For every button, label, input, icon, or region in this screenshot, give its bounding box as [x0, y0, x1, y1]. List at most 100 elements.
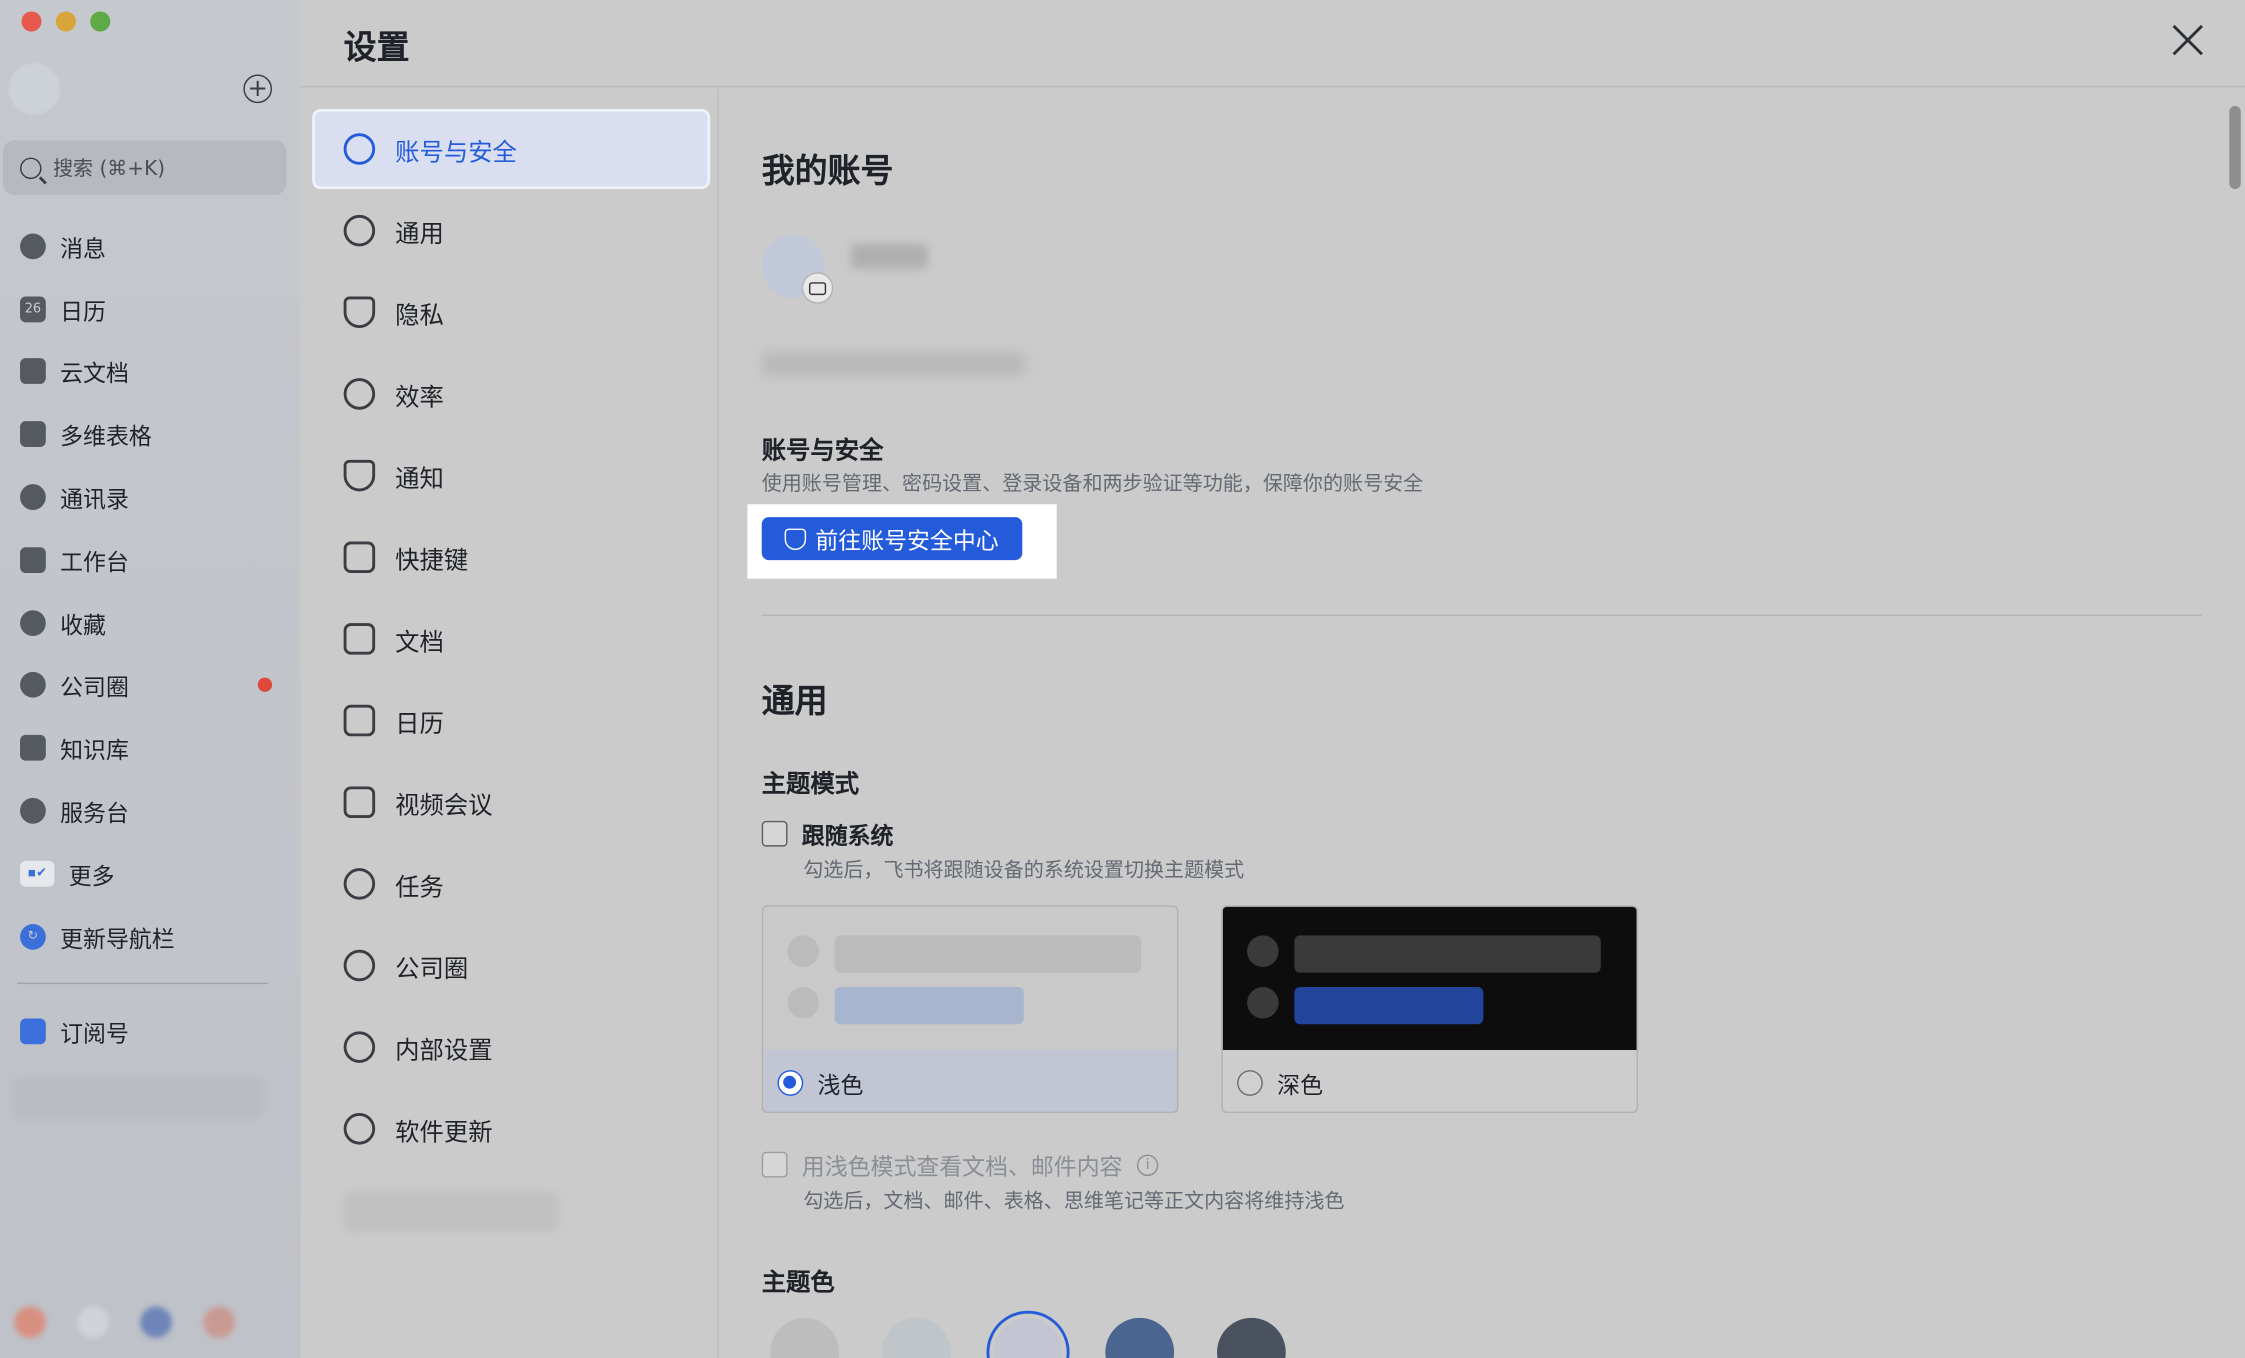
theme-color-swatch[interactable] [770, 1317, 840, 1358]
bulb-icon [343, 378, 376, 410]
shield-icon [785, 527, 807, 550]
tab-shortcuts[interactable]: 快捷键 [315, 520, 707, 594]
tab-calendar[interactable]: 日历 [315, 683, 707, 757]
notification-dot [257, 678, 273, 693]
theme-label: 深色 [1277, 1070, 1324, 1099]
sidebar-item-label: 日历 [60, 297, 106, 325]
light-docs-checkbox[interactable]: 用浅色模式查看文档、邮件内容 i [761, 1147, 1159, 1181]
sidebar-item-label: 服务台 [60, 799, 129, 827]
settings-nav: 账号与安全 通用 隐私 效率 通知 快捷键 文档 日历 视频会议 任务 公司圈 … [301, 88, 719, 1358]
theme-color-swatch[interactable] [1105, 1317, 1175, 1358]
sidebar-item-messages[interactable]: 消息 [0, 215, 301, 278]
dialog-header: 设置 [300, 0, 2245, 88]
moments-icon [20, 672, 46, 699]
video-icon [343, 786, 376, 818]
minimize-window-button[interactable] [55, 11, 76, 32]
tab-notifications[interactable]: 通知 [315, 438, 707, 512]
avatar[interactable] [8, 63, 61, 115]
blurred-account-id [761, 352, 1026, 376]
security-center-button[interactable]: 前往账号安全中心 [761, 517, 1023, 561]
sidebar-item-label: 更新导航栏 [60, 924, 175, 953]
app-shortcut-icon[interactable] [203, 1306, 235, 1338]
document-icon [343, 623, 376, 655]
tab-label: 通用 [395, 219, 444, 249]
star-icon [20, 609, 46, 636]
info-icon[interactable]: i [1136, 1153, 1159, 1176]
maximize-window-button[interactable] [90, 11, 111, 32]
sidebar-item-calendar[interactable]: 26 日历 [0, 278, 301, 341]
tab-documents[interactable]: 文档 [315, 602, 707, 676]
avatar[interactable] [761, 234, 834, 304]
calendar-date-text: 26 [24, 301, 42, 317]
sidebar-item-wiki[interactable]: 知识库 [0, 717, 301, 780]
sidebar-item-label: 多维表格 [60, 422, 152, 451]
close-window-button[interactable] [21, 11, 42, 32]
sidebar-item-moments[interactable]: 公司圈 [0, 654, 301, 717]
chat-icon [20, 233, 46, 260]
search-icon [20, 156, 42, 179]
wrench-icon [343, 1031, 376, 1063]
tab-account-security[interactable]: 账号与安全 [312, 108, 711, 190]
radio-unselected[interactable] [1237, 1069, 1263, 1096]
button-label: 前往账号安全中心 [815, 527, 999, 555]
blurred-nav-item[interactable] [343, 1191, 559, 1232]
app-shortcut-icon[interactable] [77, 1306, 109, 1338]
sidebar-item-docs[interactable]: 云文档 [0, 340, 301, 403]
sidebar-item-update-nav[interactable]: ↻ 更新导航栏 [0, 905, 301, 968]
tab-moments[interactable]: 公司圈 [315, 928, 707, 1002]
sidebar-item-subscriptions[interactable]: 订阅号 [0, 1000, 301, 1063]
sidebar-item-more[interactable]: ▪✔ 更多 [0, 842, 301, 905]
sidebar-item-label: 云文档 [60, 360, 129, 388]
close-icon[interactable] [2171, 23, 2205, 57]
sidebar-item-contacts[interactable]: 通讯录 [0, 466, 301, 529]
sidebar-item-label: 工作台 [60, 548, 129, 576]
sidebar-item-base[interactable]: 多维表格 [0, 403, 301, 466]
checkbox-label: 用浅色模式查看文档、邮件内容 [801, 1153, 1123, 1181]
theme-option-light[interactable]: 浅色 [761, 905, 1179, 1114]
add-button[interactable]: + [243, 74, 273, 104]
camera-icon[interactable] [801, 272, 834, 304]
follow-system-description: 勾选后，飞书将跟随设备的系统设置切换主题模式 [803, 859, 1245, 883]
docs-icon [20, 358, 46, 385]
sidebar-item-label: 公司圈 [60, 673, 129, 702]
theme-color-title: 主题色 [761, 1269, 835, 1298]
theme-option-dark[interactable]: 深色 [1221, 905, 1638, 1114]
app-nav-list: 消息 26 日历 云文档 多维表格 通讯录 工作台 收藏 公司圈 知识库 服务台… [0, 215, 301, 968]
workplace-icon [20, 547, 46, 573]
tab-label: 隐私 [395, 301, 444, 331]
tab-internal-settings[interactable]: 内部设置 [315, 1010, 707, 1084]
tab-software-update[interactable]: 软件更新 [315, 1092, 707, 1166]
search-bar[interactable]: 搜索 (⌘+K) [2, 140, 287, 195]
app-shortcut-icon[interactable] [14, 1306, 46, 1338]
sidebar-item-label: 订阅号 [60, 1019, 129, 1048]
tab-efficiency[interactable]: 效率 [315, 357, 707, 431]
theme-color-swatch[interactable] [1217, 1317, 1286, 1358]
user-icon [343, 133, 376, 165]
checkbox[interactable] [761, 1151, 788, 1178]
app-shortcut-icon[interactable] [140, 1306, 172, 1338]
more-apps-icon: ▪✔ [20, 860, 55, 887]
sidebar-item-workplace[interactable]: 工作台 [0, 529, 301, 592]
task-icon [343, 868, 376, 900]
bottom-app-icons [14, 1306, 235, 1338]
radio-selected[interactable] [777, 1069, 804, 1096]
tab-video-meeting[interactable]: 视频会议 [315, 765, 707, 839]
tab-tasks[interactable]: 任务 [315, 847, 707, 921]
search-placeholder: 搜索 (⌘+K) [52, 157, 166, 181]
settings-content: 我的账号 账号与安全 使用账号管理、密码设置、登录设备和两步验证等功能，保障你的… [719, 89, 2245, 1358]
tab-label: 内部设置 [395, 1036, 493, 1066]
sidebar-item-favorites[interactable]: 收藏 [0, 591, 301, 654]
sidebar-item-label: 知识库 [60, 736, 129, 764]
theme-color-swatch[interactable] [881, 1317, 951, 1358]
sidebar-item-helpdesk[interactable]: 服务台 [0, 780, 301, 843]
tab-privacy[interactable]: 隐私 [315, 275, 707, 349]
scrollbar[interactable] [2229, 106, 2241, 190]
tab-label: 文档 [395, 628, 444, 657]
tab-general[interactable]: 通用 [315, 193, 707, 267]
blurred-chat-item[interactable] [11, 1077, 264, 1121]
follow-system-checkbox[interactable]: 跟随系统 [761, 817, 893, 851]
section-title-general: 通用 [761, 683, 828, 721]
checkbox[interactable] [761, 820, 788, 847]
page-title: 设置 [343, 30, 410, 68]
theme-color-swatch[interactable] [993, 1317, 1063, 1358]
